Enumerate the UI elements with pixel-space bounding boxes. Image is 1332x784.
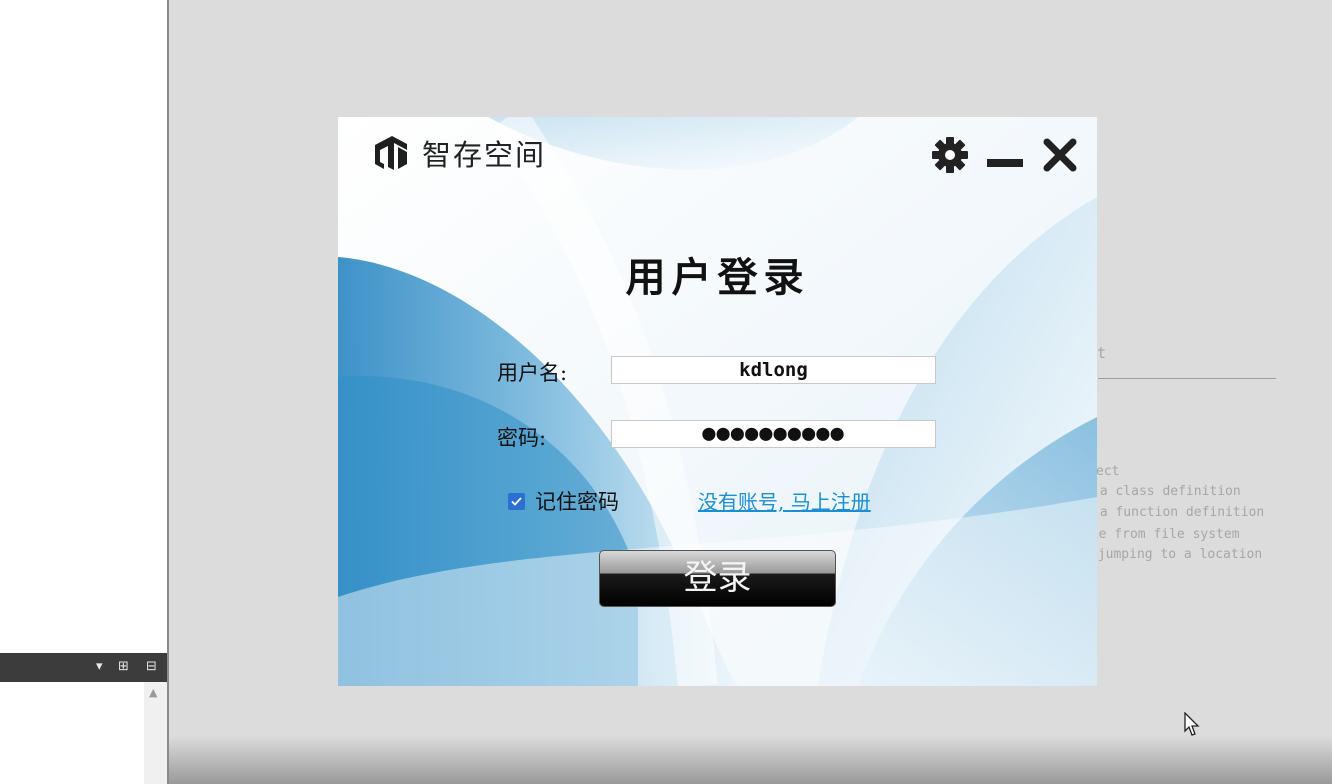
- gear-icon[interactable]: [930, 135, 970, 175]
- remember-password-label: 记住密码: [535, 490, 619, 514]
- bg-line-3: a function definition: [1092, 505, 1265, 520]
- left-scrollbar[interactable]: ▲: [144, 682, 167, 784]
- login-dialog: 智存空间 用户登录 用户名: 密码: ●●●●●●●●●● 记住密码 没有账号,…: [338, 117, 1097, 686]
- dropdown-icon[interactable]: ▾: [96, 659, 103, 675]
- remember-password-checkbox[interactable]: 记住密码: [508, 486, 619, 516]
- left-toolbar: ▾ ⊞ ⊟: [0, 653, 167, 682]
- password-field[interactable]: ●●●●●●●●●●: [611, 420, 936, 448]
- brand: 智存空间: [372, 133, 546, 173]
- login-button[interactable]: 登录: [599, 550, 836, 607]
- left-lower-panel: [0, 682, 167, 784]
- bg-line-4: ile from file system: [1083, 527, 1240, 542]
- checkbox-checked-icon[interactable]: [508, 492, 525, 510]
- username-field[interactable]: [611, 356, 936, 384]
- logo-icon: [375, 136, 407, 170]
- username-label: 用户名:: [497, 361, 568, 385]
- app-name: 智存空间: [422, 138, 547, 172]
- register-link[interactable]: 没有账号, 马上注册: [698, 486, 871, 515]
- split-icon[interactable]: ⊞: [118, 659, 129, 675]
- minimize-icon[interactable]: [985, 135, 1025, 175]
- bg-divider: [1098, 378, 1276, 379]
- left-panel: [0, 0, 169, 653]
- bg-line-2: a class definition: [1092, 484, 1241, 499]
- close-icon[interactable]: [1040, 135, 1080, 175]
- collapse-icon[interactable]: ⊟: [146, 659, 157, 675]
- bg-partial-heading: t: [1097, 344, 1107, 362]
- scroll-up-icon[interactable]: ▲: [149, 686, 157, 699]
- bg-line-1: ect: [1096, 464, 1120, 479]
- bottom-band: [169, 736, 1332, 784]
- mouse-cursor-icon: [1184, 712, 1200, 736]
- left-divider: [167, 0, 169, 784]
- bg-line-5: jumping to a location: [1090, 547, 1263, 562]
- page-title: 用户登录: [625, 254, 810, 301]
- password-label: 密码:: [497, 426, 547, 450]
